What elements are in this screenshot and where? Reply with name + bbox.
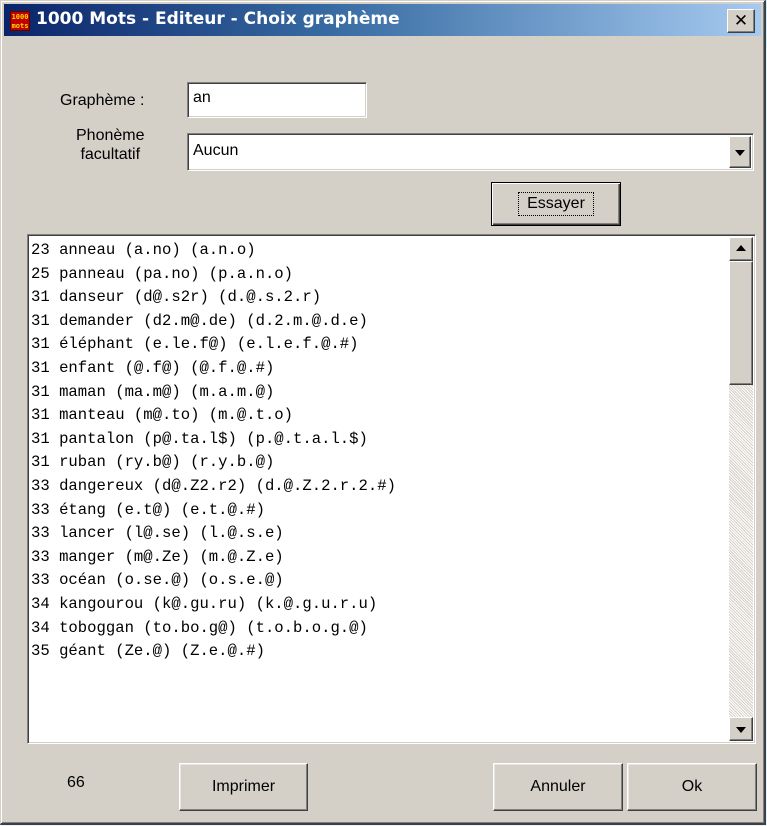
grapheme-value: an [193, 89, 211, 106]
list-item[interactable]: 34 toboggan (to.bo.g@) (t.o.b.o.g.@) [31, 617, 721, 641]
arrow-up-icon [736, 245, 746, 251]
phoneme-selected-value: Aucun [193, 142, 239, 159]
phoneme-dropdown-button[interactable] [729, 136, 751, 168]
phoneme-label-line1: Phonème [76, 127, 145, 144]
list-item[interactable]: 33 étang (e.t@) (e.t.@.#) [31, 499, 721, 523]
grapheme-label: Graphème : [60, 92, 145, 109]
app-logo-icon: 1000 mots [10, 11, 30, 31]
list-item[interactable]: 33 océan (o.se.@) (o.s.e.@) [31, 569, 721, 593]
arrow-down-icon [736, 727, 746, 733]
list-item[interactable]: 31 pantalon (p@.ta.l$) (p.@.t.a.l.$) [31, 428, 721, 452]
list-item[interactable]: 31 maman (ma.m@) (m.a.m.@) [31, 381, 721, 405]
scroll-thumb[interactable] [729, 261, 753, 385]
try-button-label: Essayer [518, 192, 594, 216]
window-title: 1000 Mots - Editeur - Choix graphème [36, 9, 400, 29]
try-button[interactable]: Essayer [491, 182, 621, 226]
title-bar[interactable]: 1000 mots 1000 Mots - Editeur - Choix gr… [4, 4, 761, 36]
close-button[interactable]: ✕ [727, 9, 755, 33]
words-list-items: 23 anneau (a.no) (a.n.o) 25 panneau (pa.n… [31, 239, 721, 664]
list-item[interactable]: 31 demander (d2.m@.de) (d.2.m.@.d.e) [31, 310, 721, 334]
dialog-window: 1000 mots 1000 Mots - Editeur - Choix gr… [0, 0, 766, 825]
list-item[interactable]: 31 danseur (d@.s2r) (d.@.s.2.r) [31, 286, 721, 310]
list-item[interactable]: 35 géant (Ze.@) (Z.e.@.#) [31, 640, 721, 664]
list-item[interactable]: 23 anneau (a.no) (a.n.o) [31, 239, 721, 263]
words-list[interactable]: 23 anneau (a.no) (a.n.o) 25 panneau (pa.n… [27, 234, 756, 744]
list-item[interactable]: 25 panneau (pa.no) (p.a.n.o) [31, 263, 721, 287]
cancel-button[interactable]: Annuler [493, 763, 623, 811]
grapheme-input[interactable]: an [187, 82, 367, 118]
phoneme-label-line2: facultatif [80, 146, 141, 163]
ok-button[interactable]: Ok [627, 763, 757, 811]
item-count: 66 [67, 774, 85, 791]
phoneme-select[interactable]: Aucun [187, 133, 754, 171]
list-item[interactable]: 33 manger (m@.Ze) (m.@.Z.e) [31, 546, 721, 570]
list-item[interactable]: 33 dangereux (d@.Z2.r2) (d.@.Z.2.r.2.#) [31, 475, 721, 499]
list-item[interactable]: 31 éléphant (e.le.f@) (e.l.e.f.@.#) [31, 333, 721, 357]
scroll-down-button[interactable] [729, 717, 753, 741]
print-button[interactable]: Imprimer [179, 763, 308, 811]
chevron-down-icon [735, 150, 745, 156]
vertical-scrollbar[interactable] [729, 237, 753, 741]
scroll-up-button[interactable] [729, 237, 753, 261]
list-item[interactable]: 33 lancer (l@.se) (l.@.s.e) [31, 522, 721, 546]
list-item[interactable]: 34 kangourou (k@.gu.ru) (k.@.g.u.r.u) [31, 593, 721, 617]
list-item[interactable]: 31 enfant (@.f@) (@.f.@.#) [31, 357, 721, 381]
phoneme-label: Phonème facultatif [76, 126, 145, 164]
list-item[interactable]: 31 manteau (m@.to) (m.@.t.o) [31, 404, 721, 428]
list-item[interactable]: 31 ruban (ry.b@) (r.y.b.@) [31, 451, 721, 475]
